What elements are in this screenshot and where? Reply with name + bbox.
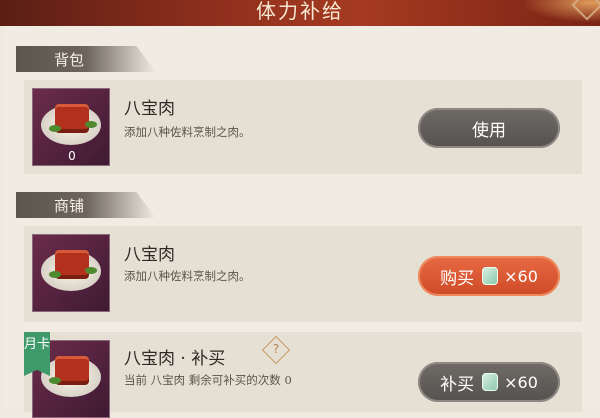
buy-button-label: 购买 xyxy=(440,268,475,289)
jade-icon xyxy=(482,267,499,285)
jade-icon xyxy=(482,373,499,391)
item-thumbnail: 0 xyxy=(32,88,110,166)
leaf-icon xyxy=(49,125,61,132)
price: ×60 xyxy=(504,372,538,392)
price: ×60 xyxy=(504,266,538,286)
item-thumbnail xyxy=(32,234,110,312)
item-desc: 添加八种佐料烹制之肉。 xyxy=(124,269,251,283)
refill-button[interactable]: 补买 ×60 xyxy=(418,362,560,402)
backpack-item-row: 0 八宝肉 添加八种佐料烹制之肉。 使用 xyxy=(24,80,582,174)
leaf-icon xyxy=(49,377,61,384)
leaf-icon xyxy=(85,267,97,274)
buy-button[interactable]: 购买 ×60 xyxy=(418,256,560,296)
item-desc: 当前 八宝肉 剩余可补买的次数 0 xyxy=(124,373,292,387)
help-label: ? xyxy=(272,341,280,356)
supply-panel: 背包 0 八宝肉 添加八种佐料烹制之肉。 使用 商铺 八宝肉 添加八种佐料烹制之… xyxy=(4,26,600,418)
section-label: 商铺 xyxy=(54,197,85,215)
item-name: 八宝肉 xyxy=(124,99,175,119)
use-button[interactable]: 使用 xyxy=(418,108,560,148)
item-name: 八宝肉 · 补买 xyxy=(124,349,226,369)
item-count: 0 xyxy=(68,149,76,163)
refill-button-label: 补买 xyxy=(440,374,475,395)
monthly-card-badge: 月卡 xyxy=(24,332,50,376)
item-name: 八宝肉 xyxy=(124,245,175,265)
section-tab-shop: 商铺 xyxy=(16,192,156,218)
section-label: 背包 xyxy=(54,51,85,69)
use-button-label: 使用 xyxy=(472,120,506,141)
item-desc: 添加八种佐料烹制之肉。 xyxy=(124,125,251,139)
leaf-icon xyxy=(49,271,61,278)
page-title: 体力补给 xyxy=(256,0,344,23)
leaf-icon xyxy=(85,121,97,128)
shop-item-row: 八宝肉 添加八种佐料烹制之肉。 购买 ×60 xyxy=(24,226,582,322)
refill-item-row: 八宝肉 · 补买 当前 八宝肉 剩余可补买的次数 0 补买 ×60 xyxy=(24,332,582,418)
section-tab-backpack: 背包 xyxy=(16,46,156,72)
